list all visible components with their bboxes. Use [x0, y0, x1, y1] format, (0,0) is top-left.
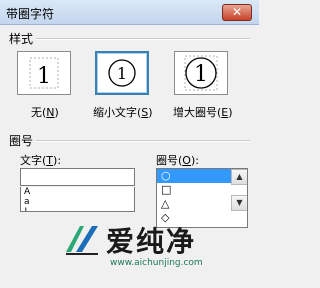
watermark-name: 爱纯净	[106, 225, 197, 258]
style-none-caption: 无(N)	[31, 106, 59, 119]
chevron-down-icon: ▼	[236, 198, 243, 207]
style-enlarge-symbol-preview-icon: 1	[184, 55, 218, 91]
symbol-list[interactable]: ○ □ △ ◇ ▲ ▼	[156, 168, 248, 228]
style-shrink-text-preview-char: 1	[117, 64, 127, 83]
text-field-label: 文字(T):	[20, 154, 62, 167]
symbol-field-label: 圈号(O):	[156, 154, 199, 167]
style-group-divider	[36, 38, 250, 40]
title-bar: 带圈字符 ✕	[0, 0, 259, 25]
window-title: 带圈字符	[6, 7, 55, 21]
text-list-item[interactable]: a	[21, 197, 134, 207]
style-enlarge-symbol-caption: 增大圈号(E)	[173, 106, 233, 119]
style-enlarge-symbol-button[interactable]: 1	[174, 51, 228, 95]
chevron-up-icon: ▲	[236, 172, 243, 181]
watermark-logo-icon	[66, 226, 98, 255]
style-none-preview-icon: 1	[29, 57, 59, 89]
text-list-item[interactable]: !	[21, 207, 134, 211]
scroll-down-button[interactable]: ▼	[231, 195, 247, 211]
close-button[interactable]: ✕	[222, 4, 252, 21]
scroll-up-button[interactable]: ▲	[231, 169, 247, 185]
text-list[interactable]: A a ! 1	[20, 187, 135, 212]
style-group-label: 样式	[9, 32, 34, 46]
style-shrink-text-preview-icon: 1	[108, 59, 136, 87]
style-none-preview-char: 1	[37, 64, 51, 89]
style-none-button[interactable]: 1	[17, 51, 71, 95]
watermark-url: www.aichunjing.com	[110, 258, 203, 268]
text-list-item[interactable]: A	[21, 187, 134, 197]
text-input[interactable]	[20, 168, 135, 186]
close-icon: ✕	[231, 5, 243, 19]
enclosure-group-divider	[36, 140, 250, 142]
enclosure-group-label: 圈号	[9, 134, 34, 148]
style-shrink-text-button[interactable]: 1	[95, 51, 149, 95]
style-enlarge-symbol-preview-char: 1	[194, 62, 208, 87]
style-shrink-text-caption: 缩小文字(S)	[93, 106, 153, 119]
